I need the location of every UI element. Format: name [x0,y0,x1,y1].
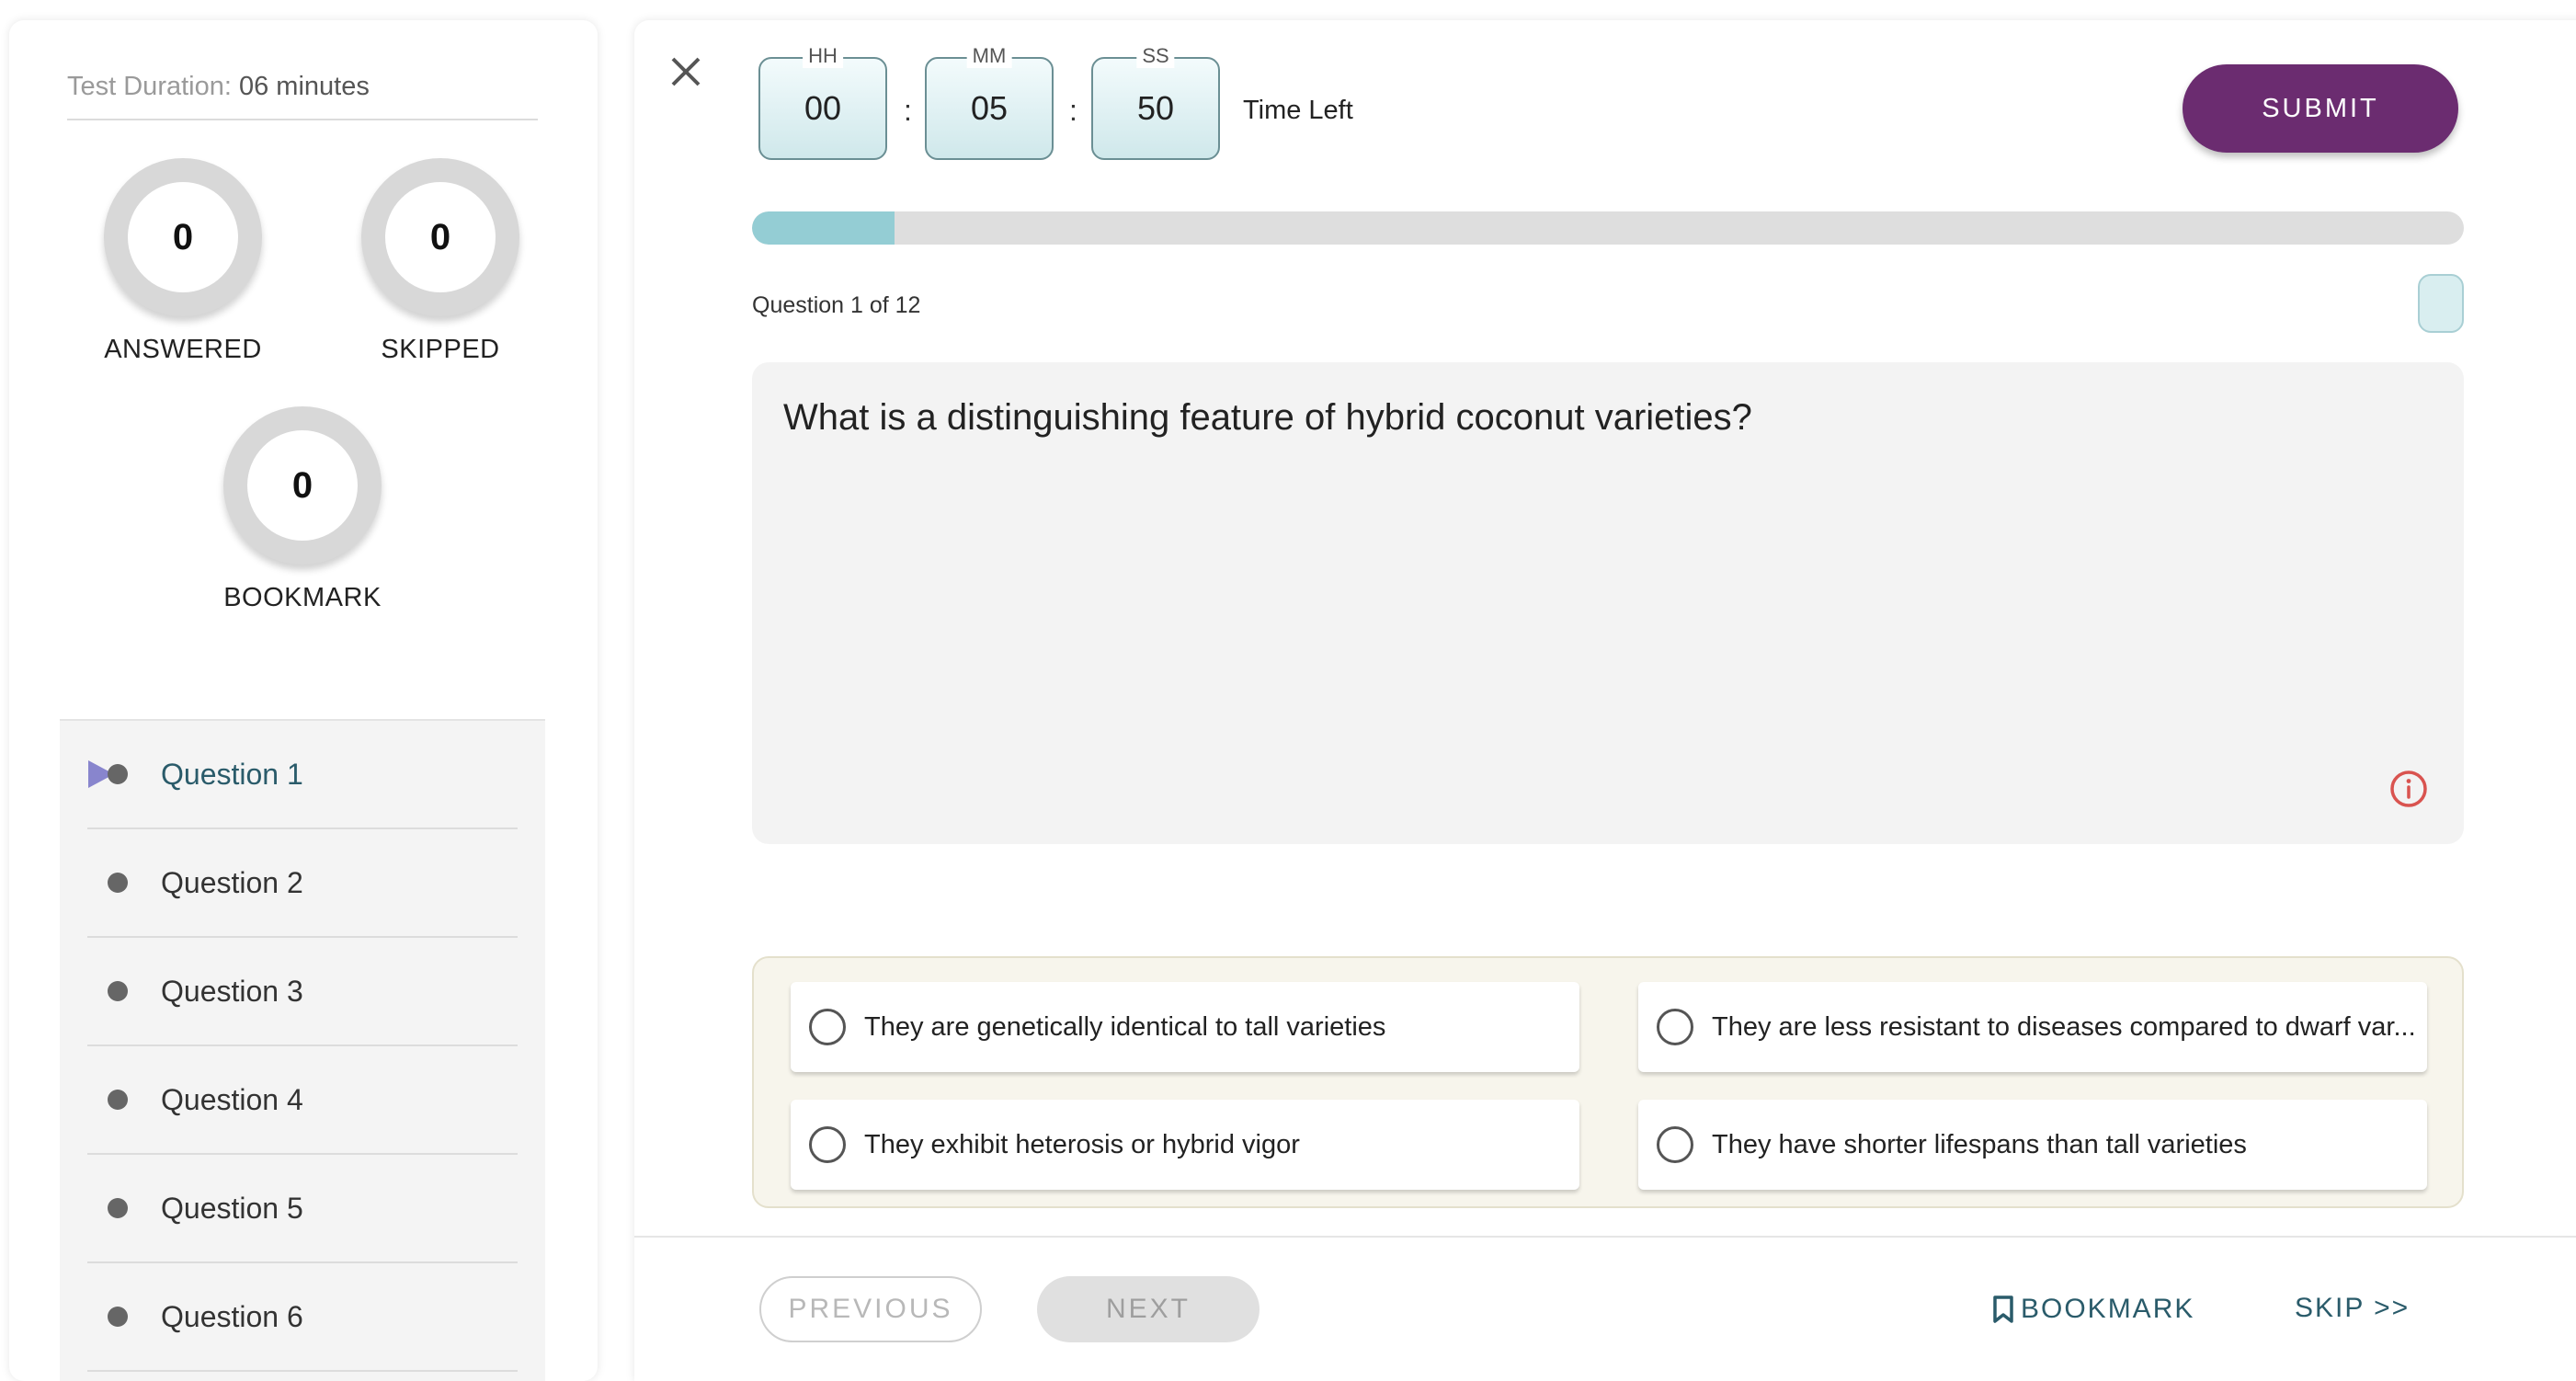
answer-option[interactable]: They have shorter lifespans than tall va… [1638,1100,2427,1190]
question-list-item[interactable]: Question 4 [87,1046,518,1155]
answer-option-text: They are genetically identical to tall v… [864,1011,1386,1042]
question-text: What is a distinguishing feature of hybr… [783,397,1752,438]
footer-divider [634,1236,2576,1238]
progress-fill [752,211,895,245]
question-status-dot [108,1198,128,1218]
timer-minutes: MM 05 [925,44,1054,160]
main-panel: HH 00 : MM 05 : SS 50 Time Left SUBMIT Q… [634,20,2576,1381]
question-status-dot [108,981,128,1001]
question-card: What is a distinguishing feature of hybr… [752,362,2464,844]
bookmark-ring: 0 [223,406,382,565]
question-list-item[interactable]: Question 1 [87,721,518,829]
answer-option[interactable]: They exhibit heterosis or hybrid vigor [791,1100,1579,1190]
answer-option-text: They are less resistant to diseases comp… [1712,1011,2416,1042]
answer-option-text: They exhibit heterosis or hybrid vigor [864,1129,1300,1159]
question-list-item[interactable]: Question 6 [87,1263,518,1372]
timer-hours-label: HH [803,44,843,68]
next-button[interactable]: NEXT [1037,1276,1260,1342]
question-counter: Question 1 of 12 [752,292,921,318]
previous-button[interactable]: PREVIOUS [759,1276,982,1342]
timer-separator: : [1069,94,1077,127]
answered-count: 0 [128,182,238,292]
question-status-badge[interactable] [2418,274,2464,333]
skipped-stat: 0 SKIPPED [348,158,532,365]
question-list-item[interactable]: Question 3 [87,938,518,1046]
answer-option[interactable]: They are genetically identical to tall v… [791,982,1579,1072]
timer-minutes-label: MM [966,44,1012,68]
question-list-item[interactable]: Question 2 [87,829,518,938]
timer-hours-value: 00 [804,89,842,127]
timer-seconds-value: 50 [1136,89,1175,127]
question-list-label: Question 6 [161,1299,303,1333]
radio-button[interactable] [809,1009,846,1045]
skipped-ring: 0 [361,158,519,316]
submit-button[interactable]: SUBMIT [2183,64,2458,153]
question-list-label: Question 5 [161,1191,303,1225]
timer-minutes-value: 05 [970,89,1009,127]
question-list-label: Question 2 [161,865,303,899]
progress-bar [752,211,2464,245]
bookmark-stat: 0 BOOKMARK [211,406,394,613]
question-status-dot [108,1307,128,1327]
question-list-item[interactable]: Question 5 [87,1155,518,1263]
info-icon [2390,770,2427,807]
bookmark-label: BOOKMARK [223,583,382,612]
question-status-dot [108,764,128,784]
skip-button[interactable]: SKIP >> [2295,1293,2410,1324]
answer-option[interactable]: They are less resistant to diseases comp… [1638,982,2427,1072]
answered-label: ANSWERED [104,335,262,364]
test-duration-value: 06 minutes [238,72,370,101]
sidebar: Test Duration: 06 minutes 0 ANSWERED 0 S… [9,20,598,1381]
timer-seconds: SS 50 [1091,44,1220,160]
time-left-label: Time Left [1243,96,1353,125]
skipped-count: 0 [385,182,496,292]
test-duration-label: Test Duration: [67,72,232,101]
bookmark-icon [1993,1295,2013,1323]
close-icon [671,57,701,86]
answer-option-text: They have shorter lifespans than tall va… [1712,1129,2247,1159]
question-status-dot [108,1090,128,1110]
radio-button[interactable] [1657,1009,1693,1045]
answer-options: They are genetically identical to tall v… [752,956,2464,1208]
bookmark-button-label: BOOKMARK [2021,1294,2195,1324]
question-list-label: Question 3 [161,974,303,1008]
timer-separator: : [904,94,912,127]
question-list: Question 1 Question 2 Question 3 Questio… [60,719,545,1381]
radio-button[interactable] [809,1126,846,1163]
close-button[interactable] [667,53,704,90]
sidebar-divider [67,119,538,120]
answered-ring: 0 [104,158,262,316]
test-duration: Test Duration: 06 minutes [67,72,370,102]
question-list-label: Question 1 [161,757,303,791]
skipped-label: SKIPPED [381,335,500,364]
radio-button[interactable] [1657,1126,1693,1163]
bookmark-button[interactable]: BOOKMARK [1991,1289,2194,1330]
timer-seconds-label: SS [1136,44,1175,68]
bookmark-count: 0 [247,430,358,541]
question-list-label: Question 4 [161,1082,303,1116]
timer-hours: HH 00 [758,44,887,160]
answered-stat: 0 ANSWERED [91,158,275,365]
info-button[interactable] [2388,769,2429,809]
question-status-dot [108,873,128,893]
